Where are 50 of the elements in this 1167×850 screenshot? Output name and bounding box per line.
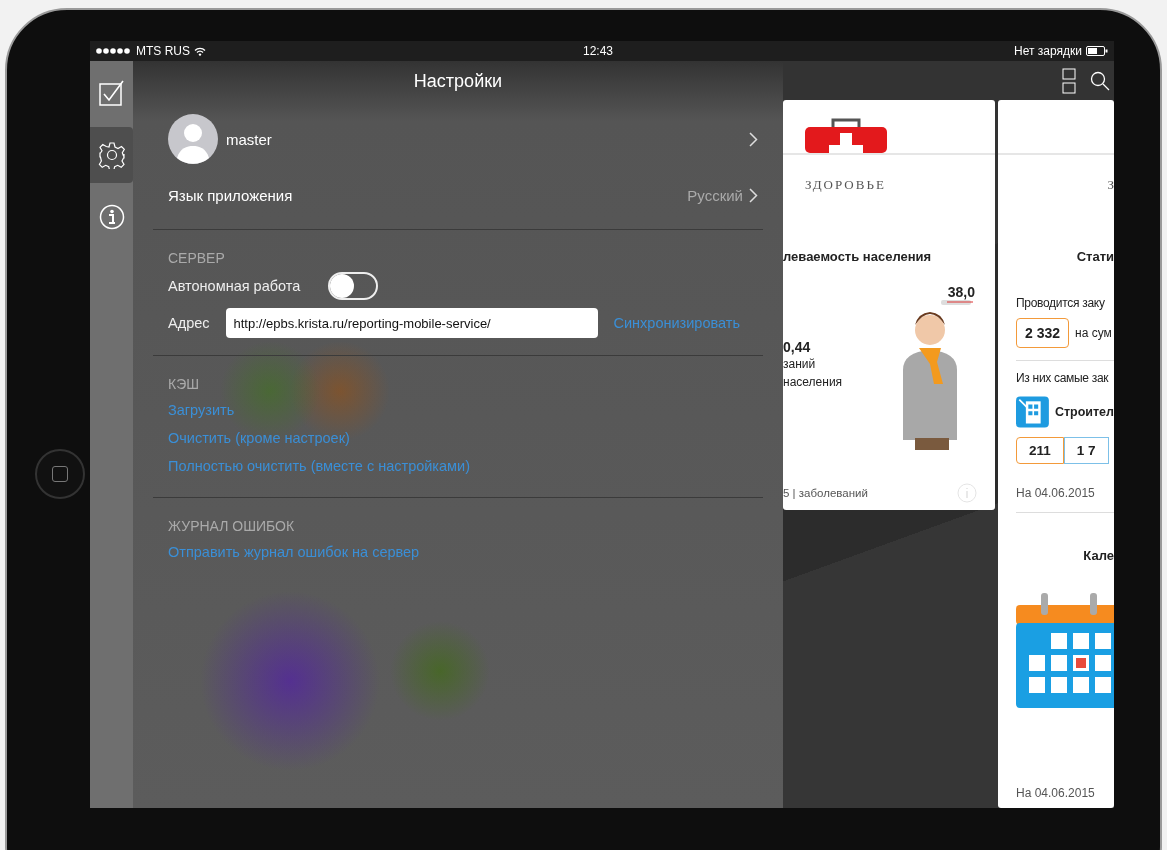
card-category: З [1107, 177, 1114, 193]
card-date: На 04.06.2015 [1016, 486, 1096, 500]
address-field[interactable]: http://epbs.krista.ru/reporting-mobile-service/ [225, 308, 598, 338]
profile-row[interactable]: master [153, 110, 763, 168]
card-date: На 04.06.2015 [1016, 786, 1096, 800]
section-heading: СЕРВЕР [168, 250, 225, 266]
info-icon [98, 204, 125, 230]
settings-tab[interactable] [90, 127, 133, 183]
card-caption: населения [783, 374, 843, 391]
industry-name: Строител [1054, 405, 1114, 419]
toggle-label: Автономная работа [168, 278, 301, 294]
chevron-icon [749, 187, 758, 203]
status-time: 12:43 [583, 44, 614, 58]
card-text: Проводится заку [1016, 296, 1106, 310]
section-heading: ЖУРНАЛ ОШИБОК [168, 518, 295, 534]
checkbox-icon [98, 80, 125, 106]
panel-title: Настройки [412, 70, 504, 93]
home-button[interactable] [35, 448, 85, 499]
card-text: Из них самые зак [1016, 371, 1110, 385]
count-value: 2 332 [1016, 318, 1070, 348]
card-title: Стати [1076, 249, 1114, 264]
toggle-switch[interactable] [328, 272, 379, 300]
card-text: на сум [1075, 326, 1112, 340]
address-label: Адрес [168, 315, 210, 331]
chevron-icon [749, 131, 758, 147]
calendar-icon [1016, 593, 1114, 708]
card-value: 0,44 [783, 339, 812, 355]
procurement-card[interactable]: З Стати Проводится заку 2 332 на сум Из них самые зак Строител 211 1 7 На 04.06.2015 Кале На 04.06.2015 [998, 100, 1114, 808]
stat-value: 1 7 [1063, 437, 1109, 464]
signal-icon [96, 48, 132, 54]
section-heading: КЭШ [168, 376, 200, 392]
card-category: ЗДОРОВЬЕ [805, 177, 887, 193]
temperature-value: 38,0 [947, 284, 975, 300]
language-row[interactable]: Язык приложения Русский [153, 173, 763, 217]
tiles-icon[interactable] [1062, 67, 1076, 94]
building-icon [1016, 393, 1049, 431]
card-title: леваемость населения [783, 249, 933, 264]
first-aid-kit-icon [805, 117, 887, 153]
health-card[interactable]: ЗДОРОВЬЕ леваемость населения 0,44 заний населения 38,0 5 | заболеваний [783, 100, 995, 510]
wifi-icon [194, 46, 206, 56]
battery-label: Нет зарядки [1014, 44, 1082, 58]
card-title: Кале [1083, 548, 1114, 563]
battery-icon [1086, 46, 1108, 56]
settings-icon [97, 141, 126, 169]
card-caption: заний [783, 356, 817, 373]
avatar-icon [168, 114, 218, 164]
card-footer: 5 | заболеваний [783, 487, 868, 499]
search-icon[interactable] [1090, 70, 1110, 91]
carrier-name: MTS RUS [136, 44, 190, 58]
stat-value: 211 [1016, 437, 1064, 464]
